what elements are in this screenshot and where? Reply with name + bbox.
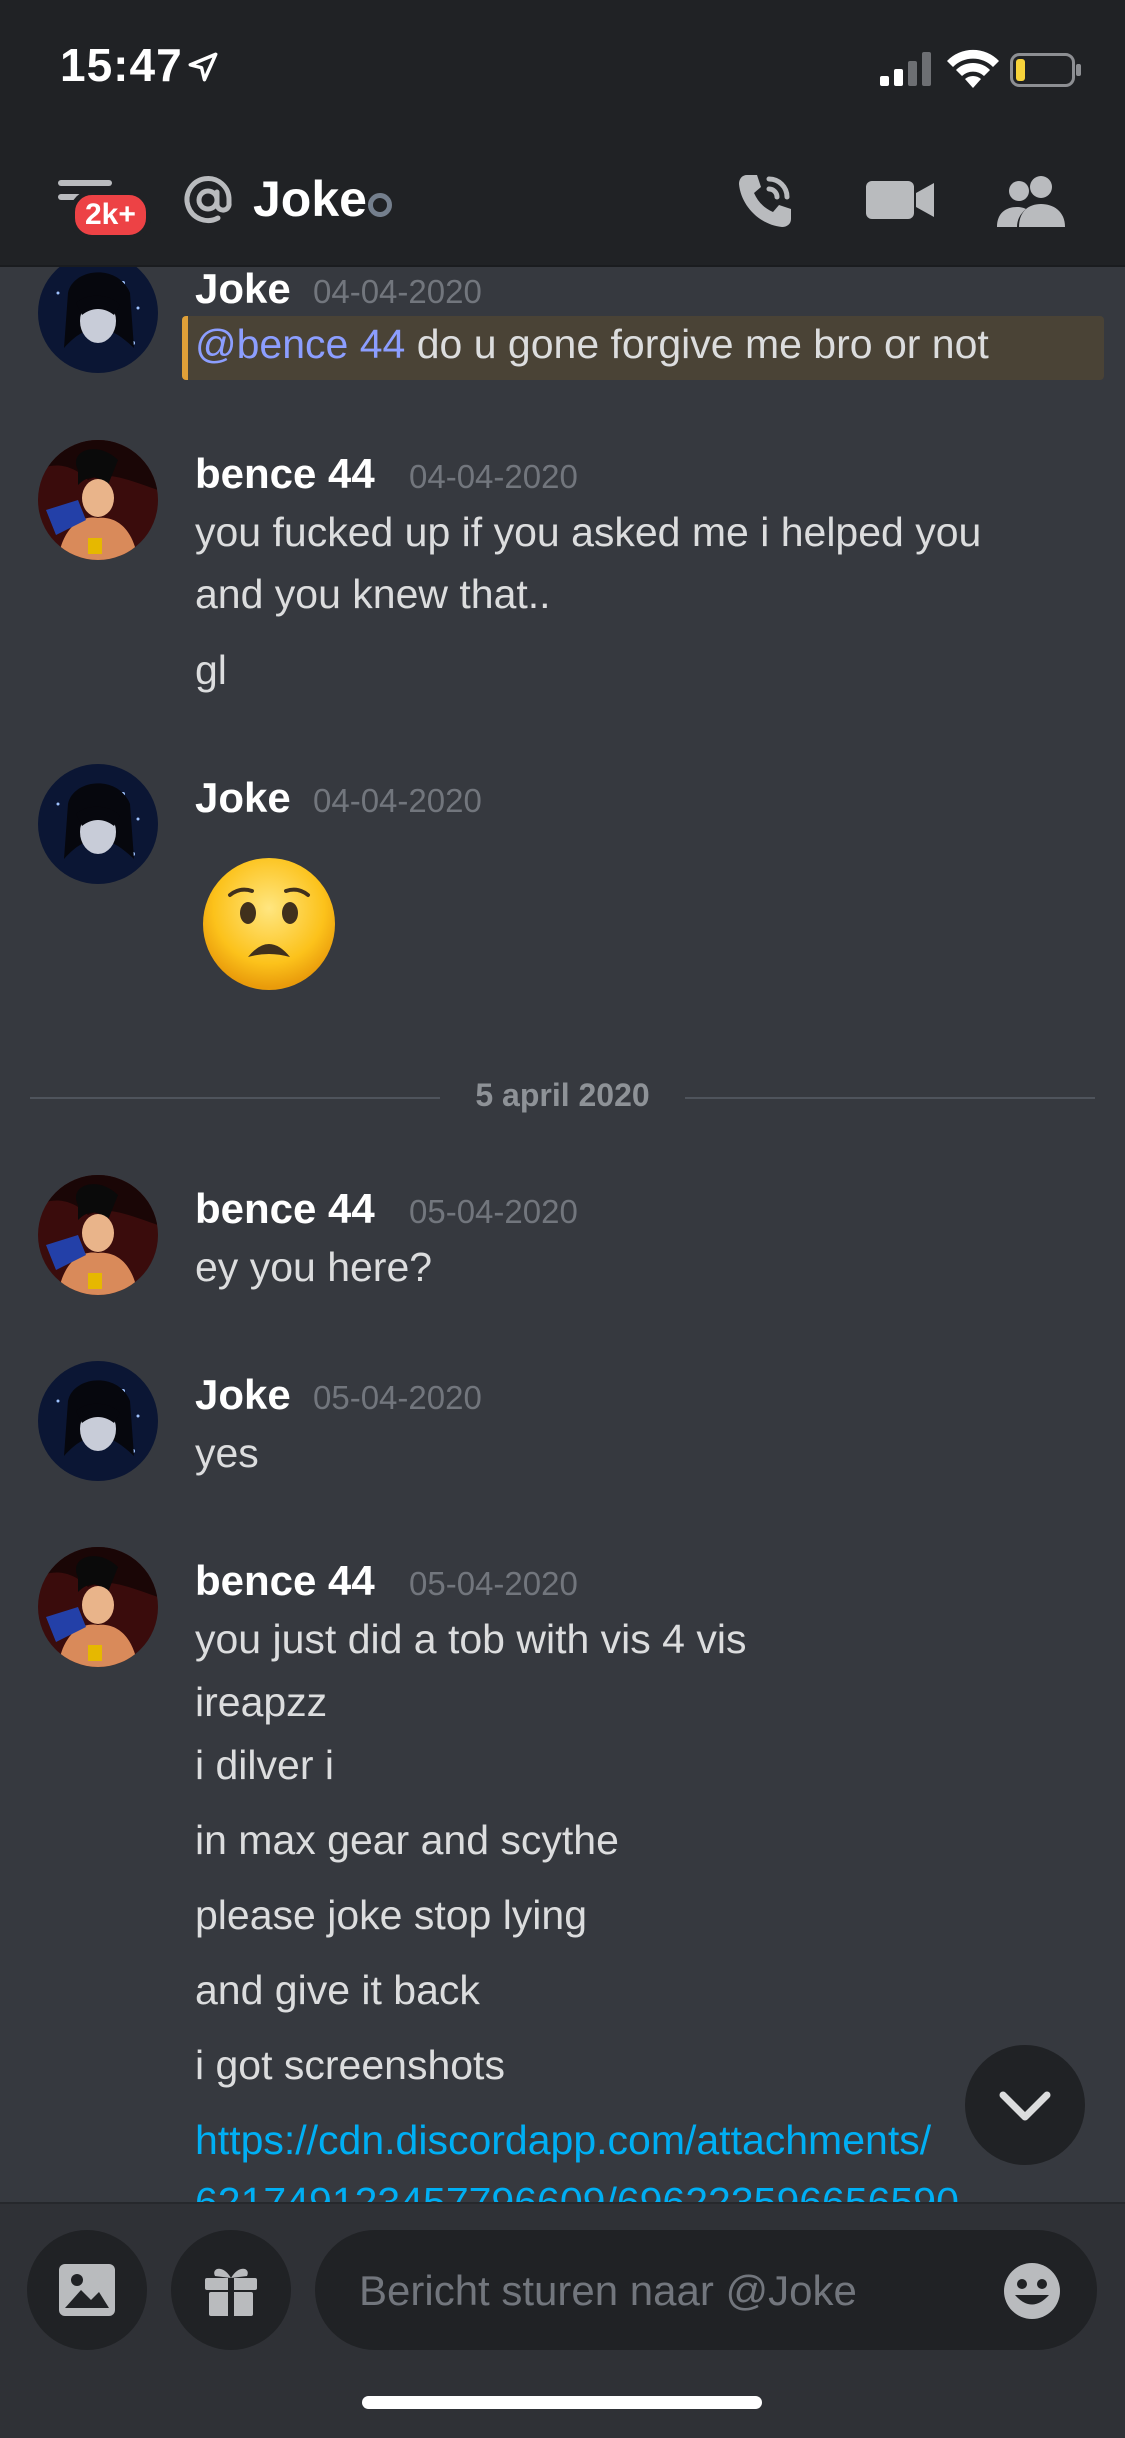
home-indicator[interactable] xyxy=(362,2396,762,2409)
message-author[interactable]: Joke xyxy=(195,1371,291,1419)
message-timestamp: 05-04-2020 xyxy=(409,1565,578,1602)
avatar-bence44[interactable] xyxy=(38,440,158,560)
call-icon[interactable] xyxy=(733,169,797,233)
image-icon xyxy=(59,2264,115,2316)
avatar-bence44-image xyxy=(38,440,158,560)
avatar-joke[interactable] xyxy=(38,764,158,884)
channel-title: Joke xyxy=(253,171,367,227)
user-mention[interactable]: @bence 44 xyxy=(195,321,405,367)
message-input-container[interactable] xyxy=(315,2230,1097,2352)
gift-button[interactable] xyxy=(171,2230,291,2350)
message-input[interactable] xyxy=(357,2230,961,2352)
message-timestamp: 05-04-2020 xyxy=(409,1193,578,1230)
members-icon[interactable] xyxy=(995,173,1069,229)
avatar-bence44-image xyxy=(38,1547,158,1667)
message-text: @bence 44 do u gone forgive me bro or no… xyxy=(195,321,989,367)
wifi-icon xyxy=(947,49,999,88)
avatar-bence44[interactable] xyxy=(38,1547,158,1667)
avatar-joke-image xyxy=(38,1361,158,1481)
battery-low-icon xyxy=(1010,53,1081,87)
message-text: in max gear and scythe xyxy=(195,1817,619,1863)
message-timestamp: 04-04-2020 xyxy=(409,458,578,495)
message-timestamp: 04-04-2020 xyxy=(313,782,482,819)
status-bar: 15:47 xyxy=(0,0,1125,135)
message-author[interactable]: bence 44 xyxy=(195,1185,375,1233)
message-text: yes xyxy=(195,1430,259,1476)
message-text: you just did a tob with vis 4 vis xyxy=(195,1616,747,1662)
message-text: ireapzz xyxy=(195,1679,328,1725)
attachment-link[interactable]: https://cdn.discordapp.com/attachments/ xyxy=(195,2117,931,2164)
message-text: i got screenshots xyxy=(195,2042,505,2088)
message-text: gl xyxy=(195,647,227,693)
message-author[interactable]: bence 44 xyxy=(195,1557,375,1605)
gift-icon xyxy=(205,2268,257,2316)
avatar-bence44[interactable] xyxy=(38,1175,158,1295)
offline-status-icon xyxy=(368,193,392,217)
location-arrow-icon xyxy=(188,52,218,82)
message-author[interactable]: Joke xyxy=(195,774,291,822)
date-divider: 5 april 2020 xyxy=(30,1067,1095,1127)
status-time: 15:47 xyxy=(60,39,183,91)
notification-badge: 2k+ xyxy=(70,190,151,240)
divider-line xyxy=(685,1097,1095,1099)
video-icon[interactable] xyxy=(866,175,936,225)
frowning-face-emoji-icon[interactable] xyxy=(200,855,338,993)
message-text: ey you here? xyxy=(195,1244,433,1290)
message-list[interactable]: Joke 04-04-2020 @bence 44 do u gone forg… xyxy=(0,267,1125,2202)
attachment-link[interactable]: 621749123457796609/696223596656590 xyxy=(195,2179,959,2202)
cellular-signal-icon xyxy=(880,52,931,86)
channel-header: 2k+ Joke xyxy=(0,135,1125,267)
message-text: i dilver i xyxy=(195,1742,334,1788)
jump-to-bottom-button[interactable] xyxy=(965,2045,1085,2165)
message-timestamp: 04-04-2020 xyxy=(313,273,482,310)
date-divider-label: 5 april 2020 xyxy=(475,1077,650,1113)
message-author[interactable]: bence 44 xyxy=(195,450,375,498)
emoji-picker-icon[interactable] xyxy=(1003,2262,1061,2320)
avatar-joke[interactable] xyxy=(38,1361,158,1481)
message-text: please joke stop lying xyxy=(195,1892,588,1938)
message-timestamp: 05-04-2020 xyxy=(313,1379,482,1416)
message-text: you fucked up if you asked me i helped y… xyxy=(195,509,982,555)
avatar-joke-image xyxy=(38,267,158,373)
at-icon xyxy=(184,176,232,224)
message-text: and give it back xyxy=(195,1967,480,2013)
image-upload-button[interactable] xyxy=(27,2230,147,2350)
message-author[interactable]: Joke xyxy=(195,267,291,313)
avatar-joke-image xyxy=(38,764,158,884)
chevron-down-icon xyxy=(999,2091,1051,2121)
avatar-joke[interactable] xyxy=(38,267,158,373)
message-text: and you knew that.. xyxy=(195,571,551,617)
avatar-bence44-image xyxy=(38,1175,158,1295)
